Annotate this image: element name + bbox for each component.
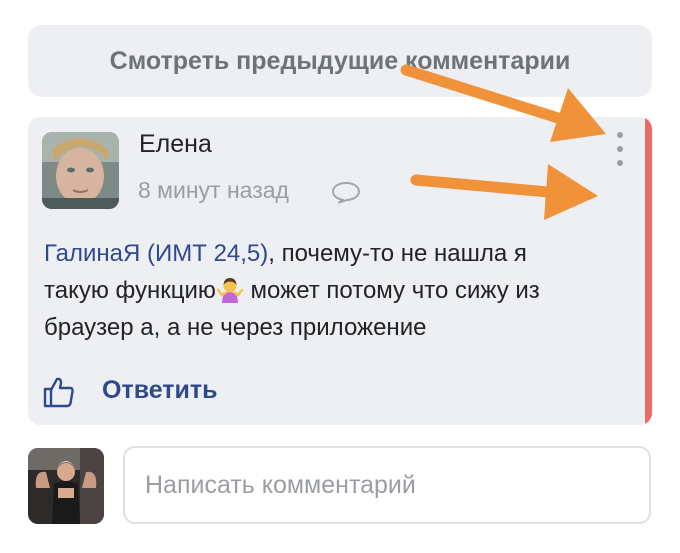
speech-bubble-icon[interactable] bbox=[331, 180, 361, 204]
comment-text-part: такую функцию bbox=[44, 277, 216, 304]
thumbs-up-icon[interactable] bbox=[42, 375, 76, 409]
comment-author[interactable]: Елена bbox=[139, 130, 212, 159]
kebab-menu-icon[interactable] bbox=[610, 129, 630, 169]
comment-timestamp: 8 минут назад bbox=[138, 177, 289, 203]
comment-card: Елена 8 минут назад ГалинаЯ (ИМТ 24,5), … bbox=[28, 117, 652, 425]
person-shrugging-emoji bbox=[216, 278, 244, 303]
reply-button[interactable]: Ответить bbox=[102, 376, 218, 405]
comment-text-part: , почему-то не нашла я bbox=[268, 240, 527, 267]
mention-link[interactable]: ГалинаЯ (ИМТ 24,5) bbox=[44, 240, 268, 267]
comment-input[interactable] bbox=[123, 446, 651, 524]
avatar bbox=[28, 448, 104, 524]
comment-text-part: браузер а, а не через приложение bbox=[44, 314, 427, 341]
avatar[interactable] bbox=[42, 132, 119, 209]
new-comment-accent-bar bbox=[645, 117, 652, 425]
comment-body: ГалинаЯ (ИМТ 24,5), почему-то не нашла я… bbox=[44, 235, 624, 346]
load-previous-comments-button[interactable]: Смотреть предыдущие комментарии bbox=[28, 25, 652, 97]
comment-text-part: может потому что сижу из bbox=[243, 277, 540, 304]
